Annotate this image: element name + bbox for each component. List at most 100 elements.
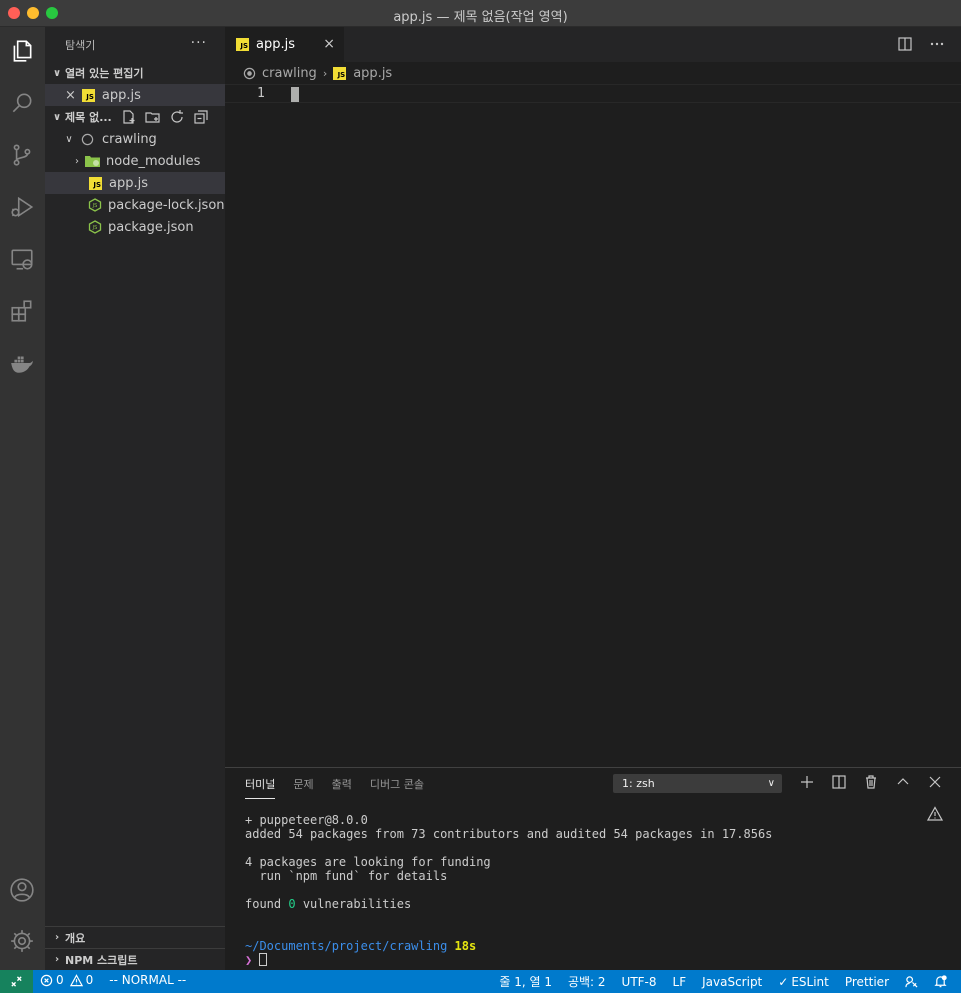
open-editor-item[interactable]: × JS app.js bbox=[45, 84, 225, 106]
new-folder-icon[interactable] bbox=[145, 109, 161, 125]
workspace-root[interactable]: ∨ crawling bbox=[45, 128, 225, 150]
new-file-icon[interactable] bbox=[121, 109, 137, 125]
explorer-title: 탐색기 bbox=[65, 38, 96, 52]
error-icon bbox=[40, 974, 53, 986]
terminal-input-line: ❯ bbox=[245, 953, 772, 967]
tree-item-label: node_modules bbox=[106, 153, 201, 169]
settings-gear-icon[interactable] bbox=[8, 927, 36, 955]
extensions-icon[interactable] bbox=[8, 297, 36, 325]
workspace-section[interactable]: ∨ 제목 없... bbox=[45, 106, 225, 128]
encoding[interactable]: UTF-8 bbox=[622, 975, 657, 989]
js-file-icon: JS bbox=[333, 66, 347, 80]
vim-mode[interactable]: -- NORMAL -- bbox=[109, 973, 186, 987]
outline-title: 개요 bbox=[65, 931, 86, 945]
title-bar: app.js — 제목 없음(작업 영역) bbox=[0, 0, 961, 27]
js-file-icon: JS bbox=[89, 176, 102, 190]
close-panel-icon[interactable] bbox=[927, 774, 943, 790]
indentation[interactable]: 공백: 2 bbox=[568, 973, 606, 990]
more-actions-icon[interactable]: ··· bbox=[191, 35, 207, 51]
chevron-down-icon: ∨ bbox=[767, 778, 775, 789]
root-folder-label: crawling bbox=[102, 131, 157, 147]
open-editors-title: 열려 있는 편집기 bbox=[65, 67, 144, 80]
refresh-icon[interactable] bbox=[169, 109, 185, 125]
feedback-icon[interactable] bbox=[905, 975, 918, 988]
status-bar: 0 0 -- NORMAL -- 줄 1, 열 1 공백: 2 UTF-8 LF… bbox=[0, 970, 961, 993]
prompt-path: ~/Documents/project/crawling bbox=[245, 939, 448, 953]
remote-icon bbox=[11, 976, 22, 987]
tab-app-js[interactable]: JS app.js × bbox=[225, 27, 344, 62]
warning-count: 0 bbox=[85, 973, 94, 987]
tab-debug-console[interactable]: 디버그 콘솔 bbox=[370, 776, 424, 799]
account-icon[interactable] bbox=[8, 876, 36, 904]
open-editors-section[interactable]: ∨ 열려 있는 편집기 bbox=[45, 62, 225, 84]
text-cursor bbox=[291, 87, 299, 102]
terminal-output[interactable]: + puppeteer@8.0.0 added 54 packages from … bbox=[245, 813, 772, 967]
prettier-status[interactable]: Prettier bbox=[845, 975, 889, 989]
eslint-status[interactable]: ✓ ESLint bbox=[778, 975, 829, 989]
tab-terminal[interactable]: 터미널 bbox=[245, 776, 276, 799]
new-terminal-icon[interactable] bbox=[799, 774, 815, 790]
tab-label: app.js bbox=[256, 37, 295, 52]
more-actions-icon[interactable] bbox=[929, 36, 945, 52]
source-control-icon[interactable] bbox=[8, 141, 36, 169]
trash-icon[interactable] bbox=[863, 774, 879, 790]
repo-root-icon bbox=[81, 133, 94, 145]
tree-item-label: package.json bbox=[108, 219, 194, 235]
npm-scripts-section[interactable]: › NPM 스크립트 bbox=[45, 948, 225, 970]
open-editor-label: app.js bbox=[101, 87, 141, 103]
eslint-label: ESLint bbox=[791, 974, 829, 989]
run-debug-icon[interactable] bbox=[8, 193, 36, 221]
split-editor-icon[interactable] bbox=[897, 36, 913, 52]
language-mode[interactable]: JavaScript bbox=[702, 975, 762, 989]
line-number: 1 bbox=[257, 86, 265, 101]
close-tab-icon[interactable]: × bbox=[323, 36, 335, 52]
node-file-icon: JS bbox=[88, 220, 102, 234]
cursor-position[interactable]: 줄 1, 열 1 bbox=[499, 973, 552, 990]
breadcrumb: crawling › JS app.js bbox=[225, 62, 961, 84]
tree-item-package-json[interactable]: JS package.json bbox=[45, 216, 225, 238]
remote-explorer-icon[interactable] bbox=[8, 245, 36, 273]
split-terminal-icon[interactable] bbox=[831, 774, 847, 790]
tree-item-app-js[interactable]: JS app.js bbox=[45, 172, 225, 194]
chevron-up-icon[interactable] bbox=[895, 774, 911, 790]
chevron-right-icon: › bbox=[75, 155, 79, 167]
terminal-line: 4 packages are looking for funding bbox=[245, 855, 491, 869]
js-file-icon: JS bbox=[236, 38, 249, 51]
warning-icon[interactable] bbox=[926, 806, 944, 826]
tab-problems[interactable]: 문제 bbox=[293, 776, 313, 799]
tree-item-label: app.js bbox=[109, 175, 148, 191]
svg-text:JS: JS bbox=[92, 203, 98, 209]
tab-output[interactable]: 출력 bbox=[332, 776, 352, 799]
chevron-right-icon: › bbox=[54, 932, 60, 943]
panel-tabs: 터미널 문제 출력 디버그 콘솔 bbox=[245, 776, 424, 799]
vulnerability-count: 0 bbox=[288, 897, 296, 911]
notifications-bell-icon[interactable] bbox=[934, 975, 947, 988]
tree-item-package-lock[interactable]: JS package-lock.json bbox=[45, 194, 225, 216]
chevron-down-icon: ∨ bbox=[65, 133, 73, 145]
svg-text:JS: JS bbox=[92, 225, 98, 231]
problems-indicator[interactable]: 0 0 bbox=[40, 973, 93, 987]
terminal-prompt-path: ~/Documents/project/crawling 18s bbox=[245, 939, 772, 953]
terminal-line: found 0 vulnerabilities bbox=[245, 897, 412, 911]
collapse-all-icon[interactable] bbox=[193, 109, 209, 125]
editor-area: JS app.js × crawling › JS app.js 1 bbox=[225, 27, 961, 767]
search-icon[interactable] bbox=[8, 89, 36, 117]
docker-icon[interactable] bbox=[8, 349, 36, 377]
files-icon[interactable] bbox=[8, 37, 36, 65]
outline-section[interactable]: › 개요 bbox=[45, 926, 225, 948]
workspace-title: 제목 없... bbox=[65, 111, 112, 124]
tree-item-node-modules[interactable]: › node_modules bbox=[45, 150, 225, 172]
editor-tabs: JS app.js × bbox=[225, 27, 961, 62]
breadcrumb-root[interactable]: crawling bbox=[262, 66, 317, 81]
chevron-right-icon: › bbox=[322, 66, 328, 80]
window-title: app.js — 제목 없음(작업 영역) bbox=[393, 10, 568, 25]
terminal-select[interactable]: 1: zsh ∨ bbox=[613, 774, 782, 793]
breadcrumb-file[interactable]: app.js bbox=[353, 66, 392, 81]
remote-indicator[interactable] bbox=[0, 970, 33, 993]
activity-bar bbox=[0, 27, 45, 970]
end-of-line[interactable]: LF bbox=[673, 975, 687, 989]
code-line[interactable]: 1 bbox=[225, 84, 961, 103]
explorer-sidebar: 탐색기 ··· ∨ 열려 있는 편집기 × JS app.js ∨ 제목 없..… bbox=[45, 27, 225, 970]
check-icon: ✓ bbox=[778, 974, 789, 989]
close-icon[interactable]: × bbox=[65, 88, 76, 103]
